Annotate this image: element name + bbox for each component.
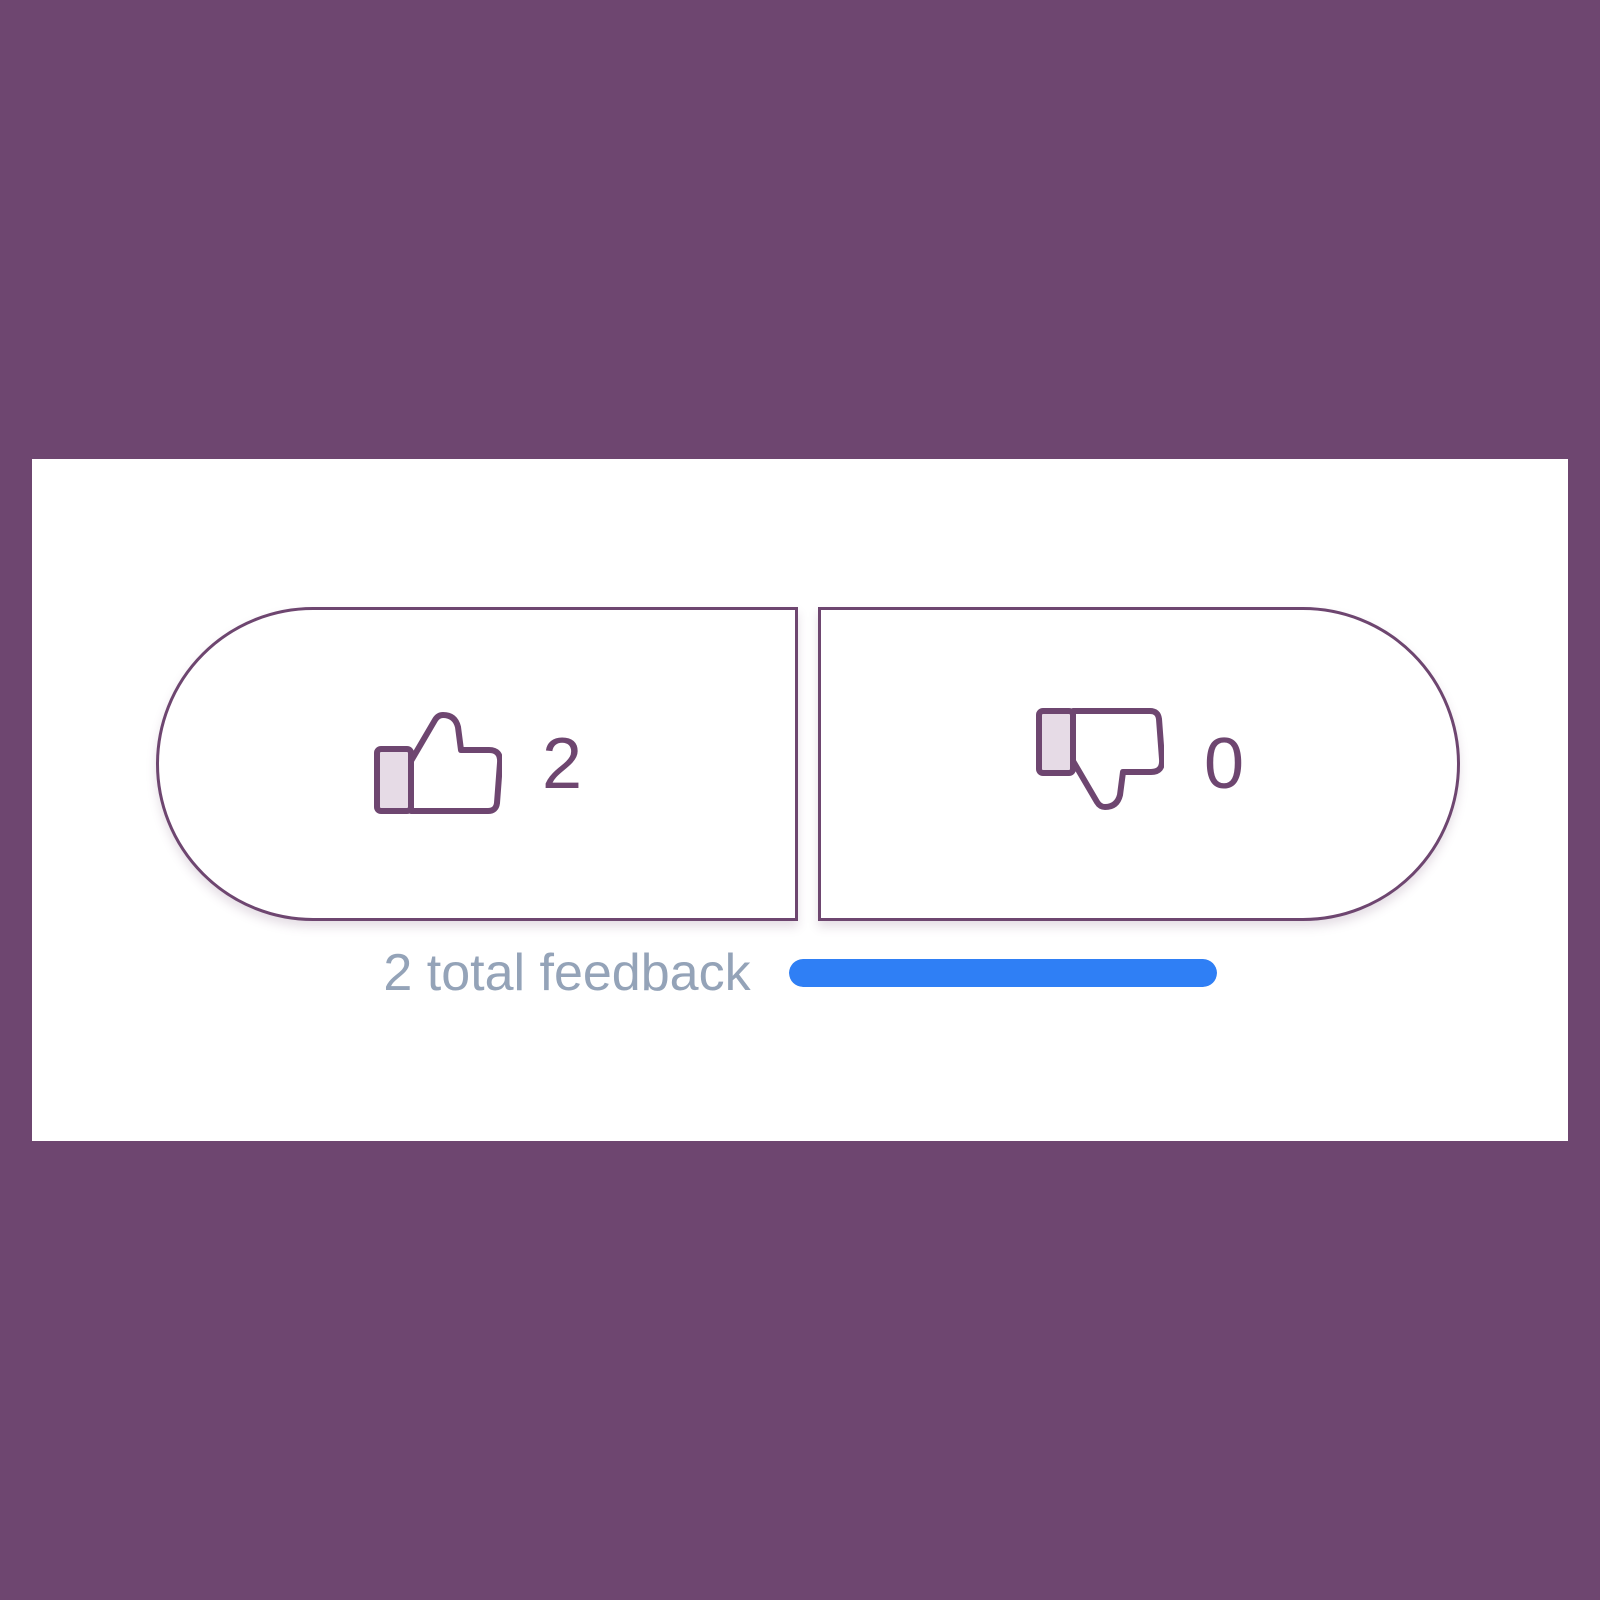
thumbs-up-button[interactable]: 2 <box>156 607 798 921</box>
thumbs-down-count: 0 <box>1203 724 1245 804</box>
feedback-summary: 2 total feedback <box>32 947 1568 999</box>
feedback-progress-bar <box>788 959 1217 987</box>
total-feedback-label: 2 total feedback <box>383 944 751 1002</box>
thumbs-up-count: 2 <box>541 724 583 804</box>
thumbs-down-button[interactable]: 0 <box>818 607 1460 921</box>
feedback-progress-fill <box>788 959 1217 987</box>
feedback-card: 2 0 2 total feedback <box>32 459 1568 1141</box>
thumbs-down-icon <box>1034 699 1164 829</box>
thumbs-up-icon <box>372 699 502 829</box>
